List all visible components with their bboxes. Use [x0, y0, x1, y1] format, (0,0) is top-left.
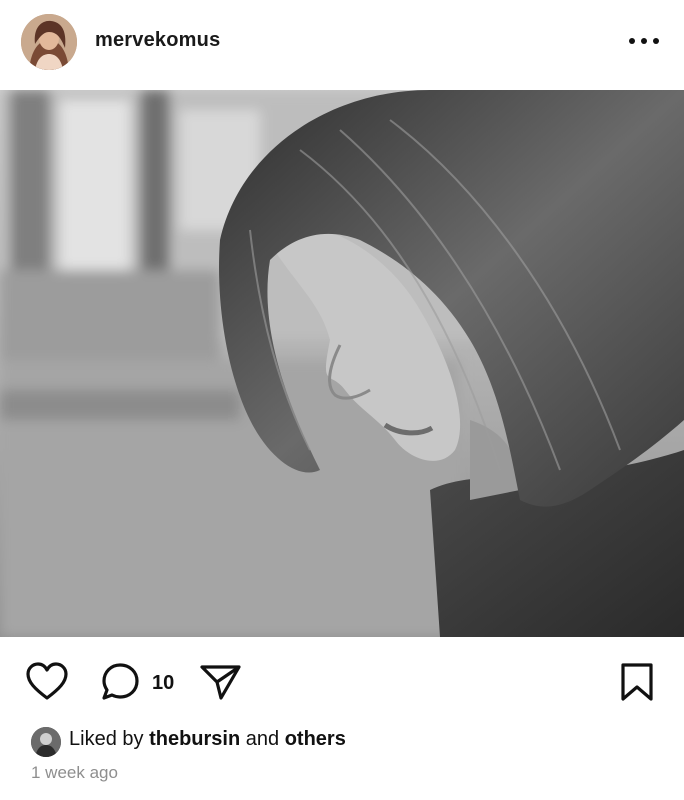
- liked-by-others[interactable]: others: [285, 728, 346, 750]
- avatar-image: [21, 14, 77, 70]
- photo-image: [0, 90, 684, 637]
- profile-avatar[interactable]: [21, 14, 77, 70]
- comment-bubble-icon[interactable]: [99, 662, 143, 704]
- liked-by-and: and: [245, 728, 280, 750]
- liked-by-username[interactable]: thebursin: [149, 728, 240, 750]
- send-paper-plane-icon[interactable]: [199, 662, 243, 702]
- liked-by-row[interactable]: Liked by thebursin and others: [31, 726, 671, 757]
- action-bar: [0, 650, 684, 710]
- liker-avatar[interactable]: [31, 727, 61, 757]
- liked-by-text: Liked by thebursin and others: [69, 728, 346, 751]
- post-photo[interactable]: [0, 90, 684, 637]
- post-timestamp: 1 week ago: [31, 763, 118, 782]
- more-horizontal-icon[interactable]: [624, 30, 664, 52]
- bookmark-outline-icon[interactable]: [619, 662, 655, 702]
- heart-outline-icon[interactable]: [25, 662, 69, 702]
- post-header: mervekomus: [0, 0, 684, 88]
- liked-by-prefix: Liked by: [69, 728, 144, 750]
- username[interactable]: mervekomus: [95, 29, 220, 52]
- comment-count[interactable]: 10: [152, 672, 174, 695]
